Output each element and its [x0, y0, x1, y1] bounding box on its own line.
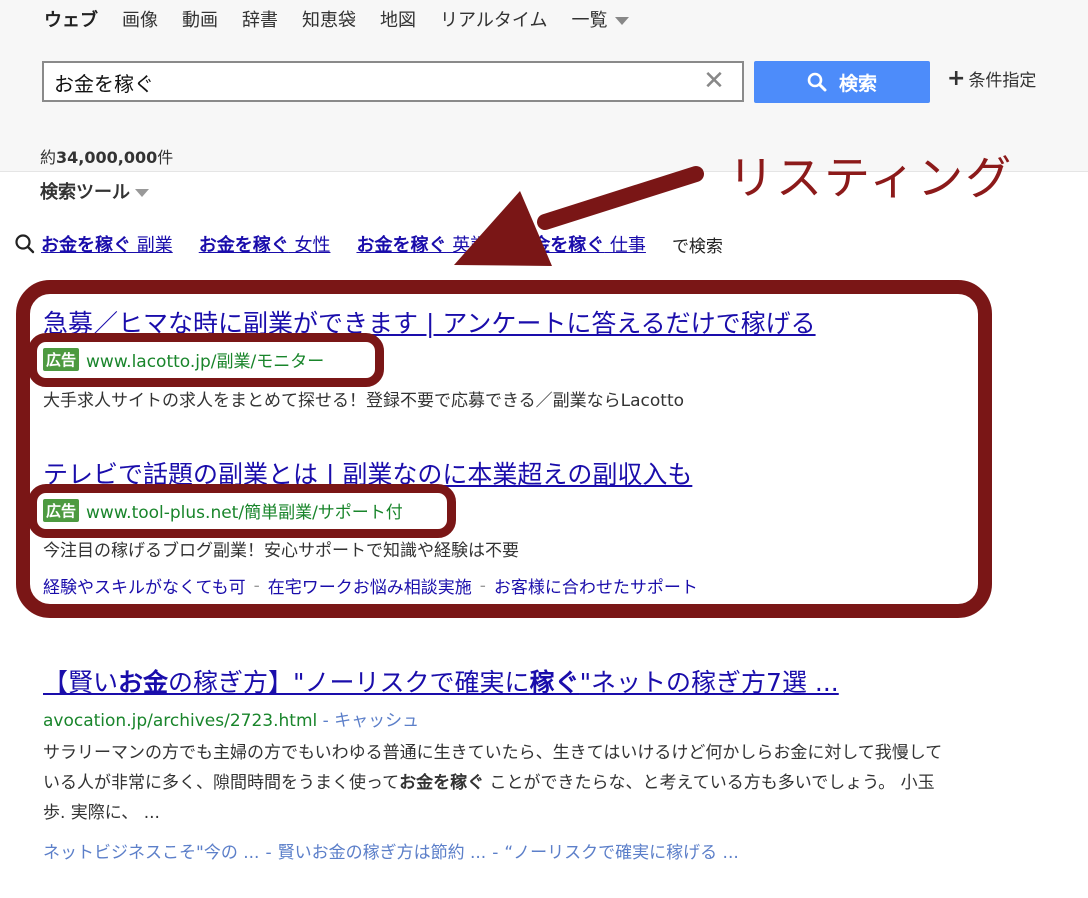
tab-maps[interactable]: 地図 [380, 6, 416, 32]
organic-sublink-2[interactable]: 賢いお金の稼ぎ方は節約 ... [278, 843, 487, 863]
plus-icon: + [947, 65, 966, 91]
title-part: "ネットの稼ぎ方7選 ... [579, 668, 839, 697]
tab-chiebukuro[interactable]: 知恵袋 [302, 6, 356, 32]
related-link-term: 英語 [446, 235, 489, 256]
ad-url-text: www.tool-plus.net/簡単副業/サポート付 [86, 503, 403, 523]
search-button-label: 検索 [838, 73, 877, 95]
tab-videos[interactable]: 動画 [182, 6, 218, 32]
results-count-suffix: 件 [157, 148, 174, 167]
snippet-part-bold: お金を稼ぐ [399, 773, 485, 793]
related-link-term: 仕事 [604, 235, 646, 256]
separator: - [253, 575, 260, 596]
tab-images[interactable]: 画像 [122, 6, 158, 32]
search-tools-toggle[interactable]: 検索ツール [40, 178, 149, 204]
ad-sitelink-3[interactable]: お客様に合わせたサポート [494, 573, 698, 598]
related-link-3[interactable]: お金を稼ぐ 英語 [356, 231, 488, 257]
organic-sublinks: ネットビジネスこそ"今の ... - 賢いお金の稼ぎ方は節約 ... - “ノーリスクで… [43, 838, 739, 863]
ad-sitelink-1[interactable]: 経験やスキルがなくても可 [43, 573, 246, 598]
ad-title-1[interactable]: 急募／ヒマな時に副業ができます | アンケートに答えるだけで稼げる [43, 304, 816, 340]
chevron-down-icon [615, 16, 630, 25]
results-count-prefix: 約 [40, 148, 57, 167]
ad-description-1: 大手求人サイトの求人をまとめて探せる！登録不要で応募できる／副業ならLacott… [43, 391, 685, 411]
organic-result-snippet: サラリーマンの方でも主婦の方でもいわゆる普通に生きていたら、生きてはいけるけど何… [43, 738, 953, 828]
related-link-keyword: お金を稼ぐ [356, 235, 447, 256]
related-link-keyword: お金を稼ぐ [41, 235, 131, 256]
results-count-number: 34,000,000 [56, 148, 158, 167]
title-part-bold: 稼ぐ [529, 668, 580, 697]
organic-sublink-1[interactable]: ネットビジネスこそ"今の ... [43, 843, 259, 863]
organic-sublink-3[interactable]: “ノーリスクで確実に稼げる ... [504, 843, 738, 863]
ad-description-2: 今注目の稼げるブログ副業！安心サポートで知識や経験は不要 [43, 541, 519, 561]
advanced-conditions-label: 条件指定 [968, 71, 1037, 91]
related-searches: お金を稼ぐ 副業 お金を稼ぐ 女性 お金を稼ぐ 英語 お金を稼ぐ 仕事 で検索 [14, 231, 723, 257]
search-input[interactable] [54, 68, 694, 96]
separator: - [265, 843, 272, 863]
clear-icon[interactable]: ✕ [700, 67, 728, 95]
organic-result-url: avocation.jp/archives/2723.html - キャッシュ [43, 706, 419, 731]
separator: - [479, 575, 486, 596]
search-icon [807, 72, 827, 92]
separator: - [492, 843, 499, 863]
ad-badge: 広告 [43, 499, 80, 522]
search-tools-label: 検索ツール [40, 182, 130, 203]
related-link-term: 女性 [288, 235, 331, 256]
tab-more-menu[interactable]: 一覧 [571, 6, 630, 32]
organic-result-title[interactable]: 【賢いお金の稼ぎ方】"ノーリスクで確実に稼ぐ"ネットの稼ぎ方7選 ... [43, 663, 839, 699]
chevron-down-icon [135, 188, 149, 197]
tab-dictionary[interactable]: 辞書 [242, 6, 278, 32]
ad-url-2[interactable]: 広告 www.tool-plus.net/簡単副業/サポート付 [43, 498, 403, 523]
ad-badge: 広告 [43, 348, 80, 371]
organic-url-text[interactable]: avocation.jp/archives/2723.html [43, 711, 317, 731]
search-button[interactable]: 検索 [754, 61, 930, 103]
ad-sitelink-2[interactable]: 在宅ワークお悩み相談実施 [268, 573, 472, 598]
ad-url-1[interactable]: 広告 www.lacotto.jp/副業/モニター [43, 347, 324, 372]
search-box: ✕ [42, 61, 744, 102]
related-suffix: で検索 [671, 236, 723, 257]
ad-url-text: www.lacotto.jp/副業/モニター [86, 352, 325, 372]
title-part: 【賢い [43, 668, 119, 697]
related-link-1[interactable]: お金を稼ぐ 副業 [41, 231, 173, 257]
results-count: 約34,000,000件 [40, 144, 173, 168]
related-link-keyword: お金を稼ぐ [198, 235, 289, 256]
related-link-term: 副業 [131, 235, 173, 256]
vertical-nav: ウェブ 画像 動画 辞書 知恵袋 地図 リアルタイム 一覧 [44, 6, 630, 32]
tab-realtime[interactable]: リアルタイム [440, 6, 547, 32]
ad-title-2[interactable]: テレビで話題の副業とは | 副業なのに本業超えの副収入も [43, 455, 692, 491]
related-link-2[interactable]: お金を稼ぐ 女性 [199, 231, 331, 257]
tab-web[interactable]: ウェブ [44, 6, 98, 32]
ad-sitelinks: 経験やスキルがなくても可 - 在宅ワークお悩み相談実施 - お客様に合わせたサポ… [43, 573, 698, 599]
title-part: の稼ぎ方】"ノーリスクで確実に [168, 668, 530, 697]
annotation-label: リスティング [728, 151, 1014, 205]
related-link-4[interactable]: お金を稼ぐ 仕事 [514, 231, 646, 257]
advanced-conditions-link[interactable]: + 条件指定 [947, 66, 1036, 91]
search-icon [15, 234, 35, 254]
cache-link[interactable]: - キャッシュ [317, 711, 420, 731]
tab-more-label: 一覧 [571, 10, 608, 31]
related-link-keyword: お金を稼ぐ [514, 235, 605, 256]
title-part-bold: お金 [118, 668, 169, 697]
